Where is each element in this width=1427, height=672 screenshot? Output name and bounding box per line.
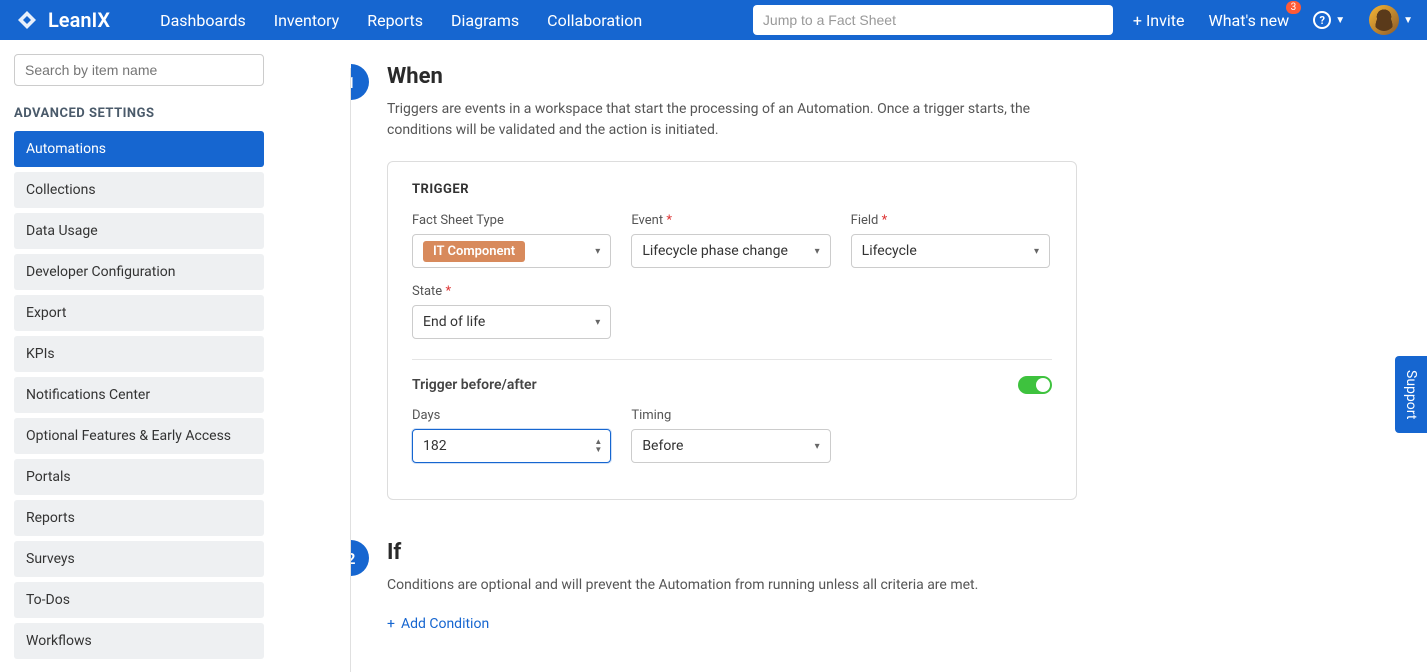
chevron-down-icon: ▾ bbox=[595, 317, 600, 328]
timing-value: Before bbox=[642, 438, 683, 454]
step-desc-if: Conditions are optional and will prevent… bbox=[387, 575, 1067, 596]
whatsnew-badge: 3 bbox=[1286, 1, 1302, 14]
sidebar-item-todos[interactable]: To-Dos bbox=[14, 582, 264, 618]
days-input[interactable]: 182 ▲▼ bbox=[412, 429, 611, 463]
step-if: 2 If Conditions are optional and will pr… bbox=[351, 540, 1367, 632]
step-when: 1 When Triggers are events in a workspac… bbox=[351, 64, 1367, 500]
help-icon: ? bbox=[1313, 11, 1331, 29]
step-number-1: 1 bbox=[351, 64, 369, 100]
state-value: End of life bbox=[423, 314, 485, 330]
chevron-down-icon: ▼ bbox=[1403, 15, 1413, 26]
nav-links: Dashboards Inventory Reports Diagrams Co… bbox=[160, 11, 642, 30]
nav-collaboration[interactable]: Collaboration bbox=[547, 11, 642, 30]
nav-dashboards[interactable]: Dashboards bbox=[160, 11, 246, 30]
label-days: Days bbox=[412, 408, 611, 423]
whatsnew-label: What's new bbox=[1209, 11, 1290, 30]
factsheet-type-select[interactable]: IT Component ▾ bbox=[412, 234, 611, 268]
sidebar-item-export[interactable]: Export bbox=[14, 295, 264, 331]
sidebar-item-data-usage[interactable]: Data Usage bbox=[14, 213, 264, 249]
factsheet-search-input[interactable] bbox=[753, 5, 1113, 35]
label-factsheet-type: Fact Sheet Type bbox=[412, 213, 611, 228]
right-links: + Invite What's new 3 ? ▼ ▼ bbox=[1133, 5, 1413, 35]
logo[interactable]: LeanIX bbox=[14, 7, 110, 33]
sidebar-search-input[interactable] bbox=[14, 54, 264, 86]
toggle-label: Trigger before/after bbox=[412, 377, 537, 393]
number-spinner[interactable]: ▲▼ bbox=[594, 438, 602, 454]
label-state: State * bbox=[412, 284, 611, 299]
state-select[interactable]: End of life ▾ bbox=[412, 305, 611, 339]
main-content: 1 When Triggers are events in a workspac… bbox=[351, 40, 1427, 672]
sidebar-item-workflows[interactable]: Workflows bbox=[14, 623, 264, 659]
trigger-card: TRIGGER Fact Sheet Type IT Component ▾ E… bbox=[387, 161, 1077, 500]
sidebar-item-automations[interactable]: Automations bbox=[14, 131, 264, 167]
label-event: Event * bbox=[631, 213, 830, 228]
chevron-down-icon: ▾ bbox=[595, 246, 600, 257]
event-value: Lifecycle phase change bbox=[642, 243, 788, 259]
label-field: Field * bbox=[851, 213, 1050, 228]
toggle-knob bbox=[1036, 378, 1050, 392]
sidebar-item-developer-configuration[interactable]: Developer Configuration bbox=[14, 254, 264, 290]
avatar bbox=[1369, 5, 1399, 35]
step-desc-when: Triggers are events in a workspace that … bbox=[387, 99, 1067, 141]
brand-name: LeanIX bbox=[48, 8, 110, 32]
step-title-when: When bbox=[387, 64, 1367, 89]
plus-icon: + bbox=[387, 616, 395, 632]
chevron-down-icon: ▾ bbox=[1034, 246, 1039, 257]
days-value: 182 bbox=[423, 438, 447, 454]
label-timing: Timing bbox=[631, 408, 830, 423]
field-value: Lifecycle bbox=[862, 243, 917, 259]
chevron-down-icon: ▾ bbox=[815, 441, 820, 452]
sidebar-item-surveys[interactable]: Surveys bbox=[14, 541, 264, 577]
chevron-down-icon: ▾ bbox=[815, 246, 820, 257]
trigger-before-after-toggle[interactable] bbox=[1018, 376, 1052, 394]
sidebar-item-notifications-center[interactable]: Notifications Center bbox=[14, 377, 264, 413]
support-tab[interactable]: Support bbox=[1395, 356, 1427, 433]
factsheet-chip: IT Component bbox=[423, 241, 525, 262]
sidebar-item-portals[interactable]: Portals bbox=[14, 459, 264, 495]
user-menu[interactable]: ▼ bbox=[1369, 5, 1413, 35]
help-menu[interactable]: ? ▼ bbox=[1313, 11, 1345, 29]
nav-inventory[interactable]: Inventory bbox=[274, 11, 340, 30]
sidebar-item-collections[interactable]: Collections bbox=[14, 172, 264, 208]
sidebar-item-optional-features[interactable]: Optional Features & Early Access bbox=[14, 418, 264, 454]
whatsnew-link[interactable]: What's new 3 bbox=[1209, 11, 1290, 30]
sidebar-item-reports[interactable]: Reports bbox=[14, 500, 264, 536]
nav-reports[interactable]: Reports bbox=[367, 11, 423, 30]
sidebar-heading: ADVANCED SETTINGS bbox=[14, 106, 264, 121]
top-nav: LeanIX Dashboards Inventory Reports Diag… bbox=[0, 0, 1427, 40]
add-condition-button[interactable]: + Add Condition bbox=[387, 616, 1367, 632]
divider bbox=[412, 359, 1052, 360]
field-select[interactable]: Lifecycle ▾ bbox=[851, 234, 1050, 268]
add-condition-label: Add Condition bbox=[401, 616, 489, 632]
nav-diagrams[interactable]: Diagrams bbox=[451, 11, 519, 30]
chevron-down-icon: ▼ bbox=[1335, 15, 1345, 26]
trigger-heading: TRIGGER bbox=[412, 182, 1052, 197]
timing-select[interactable]: Before ▾ bbox=[631, 429, 830, 463]
step-title-if: If bbox=[387, 540, 1367, 565]
logo-icon bbox=[14, 7, 40, 33]
invite-link[interactable]: + Invite bbox=[1133, 11, 1185, 30]
sidebar: ADVANCED SETTINGS Automations Collection… bbox=[0, 40, 278, 672]
event-select[interactable]: Lifecycle phase change ▾ bbox=[631, 234, 830, 268]
sidebar-item-kpis[interactable]: KPIs bbox=[14, 336, 264, 372]
step-number-2: 2 bbox=[351, 540, 369, 576]
